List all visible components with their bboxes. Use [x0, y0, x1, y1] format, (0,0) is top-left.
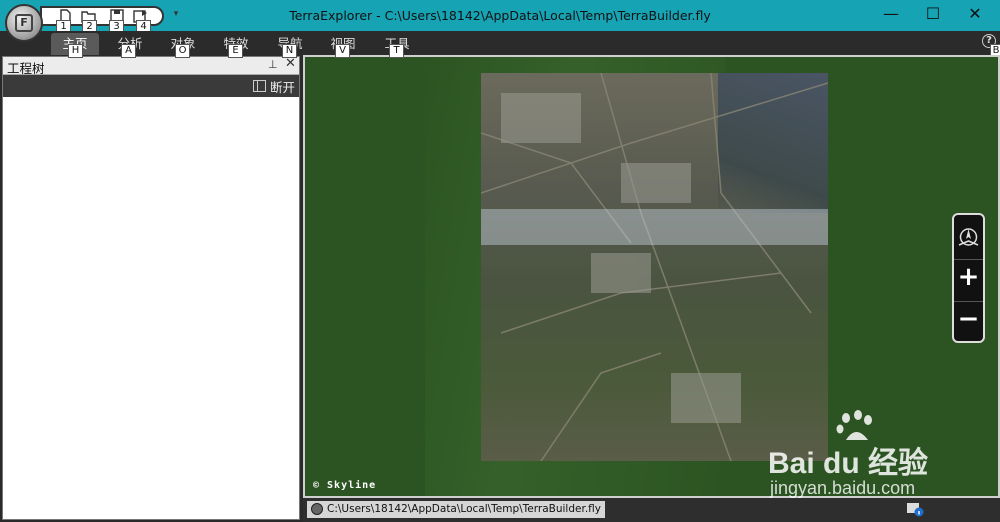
project-tree-header: 工程树 ⊥ ✕: [3, 56, 299, 76]
zoom-in-button[interactable]: +: [954, 259, 983, 295]
window-title: TerraExplorer - C:\Users\18142\AppData\L…: [289, 8, 711, 23]
key-tip-navigation: N: [282, 44, 297, 58]
status-path-text: C:\Users\18142\AppData\Local\Temp\TerraB…: [327, 503, 601, 515]
disconnect-label: 断开: [269, 79, 295, 95]
close-panel-icon[interactable]: ✕: [285, 56, 296, 71]
key-tip-objects: O: [175, 44, 190, 58]
navigation-control: + −: [952, 213, 985, 343]
globe-icon: [311, 503, 323, 515]
maximize-button[interactable]: ☐: [918, 4, 948, 26]
key-tip-effects: E: [228, 44, 243, 58]
title-bar: 1 2 3 4 ▾ TerraExplorer - C:\Users\18142…: [0, 0, 1000, 34]
minimize-button[interactable]: —: [876, 4, 906, 26]
disconnect-button[interactable]: 断开: [252, 77, 295, 95]
watermark-url: jingyan.baidu.com: [770, 478, 916, 498]
disconnect-icon: [252, 80, 266, 92]
key-tip-home: H: [68, 44, 83, 58]
ribbon-tab-bar: 主页 分析 对象 特效 导航 视图 工具 H A O E N V T: [0, 31, 1000, 58]
north-compass-icon[interactable]: [954, 219, 983, 255]
imagery-seam-band: [481, 209, 828, 245]
app-logo-icon: F: [15, 14, 33, 32]
status-file-path: C:\Users\18142\AppData\Local\Temp\TerraB…: [307, 501, 605, 518]
baidu-watermark: Bai du 经验 jingyan.baidu.com: [760, 408, 995, 508]
key-tip-tools: T: [389, 44, 404, 58]
watermark-brand: Bai du 经验: [768, 447, 929, 480]
project-tree-panel: 工程树 ⊥ ✕ 断开: [2, 56, 300, 520]
project-tree-toolbar: 断开: [3, 75, 299, 97]
application-menu-button[interactable]: F: [5, 4, 43, 42]
satellite-imagery: [481, 73, 828, 461]
key-tip-view: V: [335, 44, 350, 58]
copyright-label: © Skyline: [313, 480, 377, 491]
zoom-out-button[interactable]: −: [954, 301, 983, 337]
road-network: [481, 73, 828, 461]
key-tip-analysis: A: [121, 44, 136, 58]
pin-icon[interactable]: ⊥: [268, 58, 278, 71]
close-button[interactable]: ✕: [960, 4, 990, 26]
